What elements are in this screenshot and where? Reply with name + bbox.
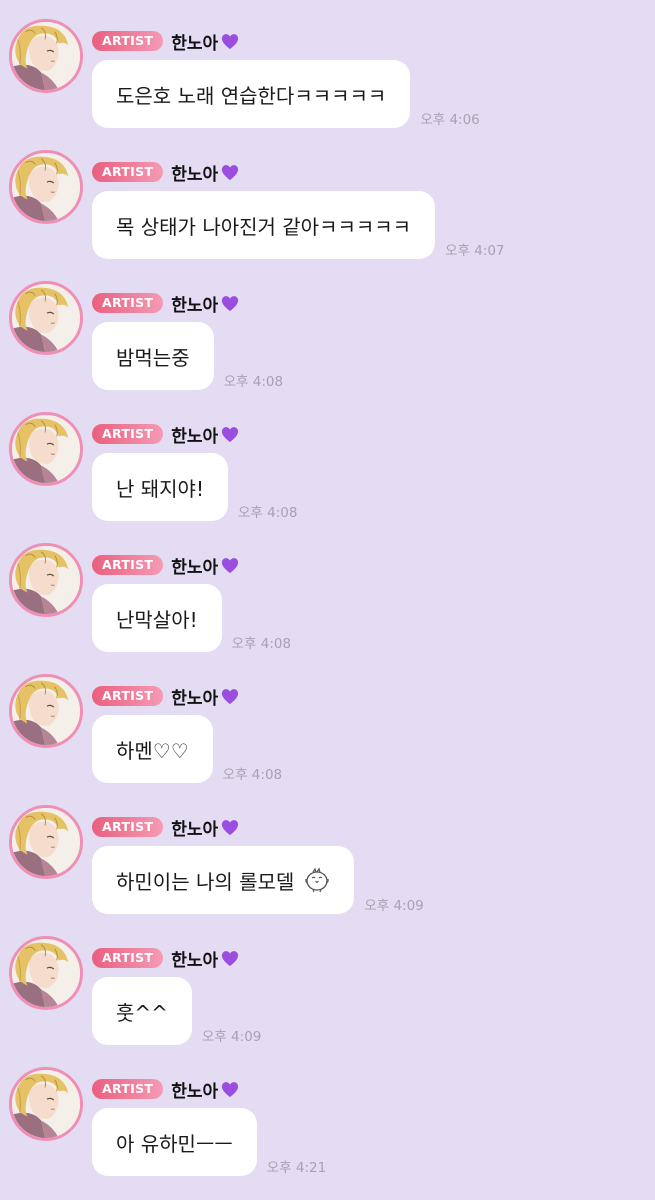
message-header: ARTIST 한노아: [92, 553, 240, 578]
purple-heart-icon: [220, 818, 240, 836]
artist-badge: ARTIST: [92, 686, 164, 706]
artist-avatar[interactable]: [9, 19, 83, 93]
artist-avatar[interactable]: [9, 1067, 83, 1141]
message-header: ARTIST 한노아: [92, 1077, 240, 1102]
bubble-row: 하민이는 나의 롤모델 오후 4:09: [92, 846, 424, 914]
artist-badge: ARTIST: [92, 1079, 164, 1099]
bubble-row: 하멘♡♡ 오후 4:08: [92, 715, 282, 783]
message-time: 오후 4:08: [237, 505, 298, 521]
purple-heart-icon: [220, 949, 240, 967]
sender-name[interactable]: 한노아: [171, 946, 218, 971]
message-bubble[interactable]: 난 돼지야!: [92, 453, 228, 521]
message-time: 오후 4:06: [420, 112, 480, 128]
bubble-row: 난 돼지야! 오후 4:08: [92, 453, 297, 521]
chat-message: ARTIST 한노아 훗^^ 오후 4:09: [0, 932, 655, 1063]
artist-badge: ARTIST: [92, 424, 164, 444]
purple-heart-icon: [220, 687, 240, 705]
bubble-row: 목 상태가 나아진거 같아ㅋㅋㅋㅋㅋ 오후 4:07: [92, 191, 505, 259]
purple-heart-icon: [220, 1080, 240, 1098]
message-header: ARTIST 한노아: [92, 29, 240, 54]
bubble-row: 훗^^ 오후 4:09: [92, 977, 261, 1045]
artist-badge: ARTIST: [92, 555, 164, 575]
message-time: 오후 4:09: [364, 898, 424, 914]
message-bubble[interactable]: 목 상태가 나아진거 같아ㅋㅋㅋㅋㅋ: [92, 191, 436, 259]
bubble-row: 도은호 노래 연습한다ㅋㅋㅋㅋㅋ 오후 4:06: [92, 60, 480, 128]
chat-list[interactable]: ARTIST 한노아 도은호 노래 연습한다ㅋㅋㅋㅋㅋ 오후 4:06 ARTI…: [0, 0, 655, 1200]
chat-message: ARTIST 한노아 밤먹는중 오후 4:08: [0, 277, 655, 408]
message-header: ARTIST 한노아: [92, 160, 240, 185]
message-time: 오후 4:21: [266, 1160, 327, 1176]
artist-avatar[interactable]: [9, 936, 83, 1010]
message-time: 오후 4:09: [201, 1029, 262, 1045]
message-time: 오후 4:08: [222, 767, 283, 783]
message-bubble[interactable]: 아 유하민ㅡㅡ: [92, 1108, 257, 1176]
message-text: 훗^^: [116, 1000, 168, 1025]
sender-name[interactable]: 한노아: [171, 422, 218, 447]
purple-heart-icon: [220, 294, 240, 312]
message-bubble[interactable]: 훗^^: [92, 977, 192, 1045]
message-text: 아 유하민ㅡㅡ: [116, 1131, 233, 1156]
chat-message: ARTIST 한노아 아 유하민ㅡㅡ 오후 4:21: [0, 1063, 655, 1194]
message-bubble[interactable]: 도은호 노래 연습한다ㅋㅋㅋㅋㅋ: [92, 60, 411, 128]
message-text: 하민이는 나의 롤모델: [116, 869, 295, 894]
chat-message: ARTIST 한노아 하민이는 나의 롤모델 오후 4:09: [0, 801, 655, 932]
message-text: 하멘♡♡: [116, 738, 189, 763]
sender-name[interactable]: 한노아: [171, 160, 218, 185]
artist-avatar[interactable]: [9, 674, 83, 748]
message-text: 목 상태가 나아진거 같아ㅋㅋㅋㅋㅋ: [116, 214, 412, 239]
purple-heart-icon: [220, 163, 240, 181]
chat-message: ARTIST 한노아 목 상태가 나아진거 같아ㅋㅋㅋㅋㅋ 오후 4:07: [0, 146, 655, 277]
message-time: 오후 4:07: [445, 243, 505, 259]
message-bubble[interactable]: 난막살아!: [92, 584, 222, 652]
bubble-row: 밤먹는중 오후 4:08: [92, 322, 283, 390]
artist-avatar[interactable]: [9, 543, 83, 617]
sender-name[interactable]: 한노아: [171, 291, 218, 316]
chat-message: ARTIST 한노아 난막살아! 오후 4:08: [0, 539, 655, 670]
message-header: ARTIST 한노아: [92, 684, 240, 709]
sender-name[interactable]: 한노아: [171, 553, 218, 578]
artist-avatar[interactable]: [9, 281, 83, 355]
artist-badge: ARTIST: [92, 293, 164, 313]
sender-name[interactable]: 한노아: [171, 684, 218, 709]
purple-heart-icon: [220, 425, 240, 443]
bubble-row: 아 유하민ㅡㅡ 오후 4:21: [92, 1108, 326, 1176]
message-header: ARTIST 한노아: [92, 291, 240, 316]
purple-heart-icon: [220, 556, 240, 574]
message-time: 오후 4:08: [231, 636, 292, 652]
sender-name[interactable]: 한노아: [171, 29, 218, 54]
artist-badge: ARTIST: [92, 162, 164, 182]
chick-doodle-icon: [304, 867, 330, 893]
message-header: ARTIST 한노아: [92, 946, 240, 971]
sender-name[interactable]: 한노아: [171, 1077, 218, 1102]
sender-name[interactable]: 한노아: [171, 815, 218, 840]
artist-avatar[interactable]: [9, 150, 83, 224]
message-bubble[interactable]: 하민이는 나의 롤모델: [92, 846, 355, 914]
message-time: 오후 4:08: [223, 374, 284, 390]
message-text: 난막살아!: [116, 607, 198, 632]
chat-message: ARTIST 한노아 하멘♡♡ 오후 4:08: [0, 670, 655, 801]
message-text: 도은호 노래 연습한다ㅋㅋㅋㅋㅋ: [116, 83, 387, 108]
artist-badge: ARTIST: [92, 31, 164, 51]
message-header: ARTIST 한노아: [92, 815, 240, 840]
artist-avatar[interactable]: [9, 805, 83, 879]
chat-message: ARTIST 한노아 도은호 노래 연습한다ㅋㅋㅋㅋㅋ 오후 4:06: [0, 15, 655, 146]
message-text: 밤먹는중: [116, 345, 190, 370]
purple-heart-icon: [220, 32, 240, 50]
message-bubble[interactable]: 밤먹는중: [92, 322, 214, 390]
artist-avatar[interactable]: [9, 412, 83, 486]
bubble-row: 난막살아! 오후 4:08: [92, 584, 291, 652]
message-text: 난 돼지야!: [116, 476, 204, 501]
artist-badge: ARTIST: [92, 817, 164, 837]
message-bubble[interactable]: 하멘♡♡: [92, 715, 213, 783]
chat-message: ARTIST 한노아 난 돼지야! 오후 4:08: [0, 408, 655, 539]
message-header: ARTIST 한노아: [92, 422, 240, 447]
artist-badge: ARTIST: [92, 948, 164, 968]
